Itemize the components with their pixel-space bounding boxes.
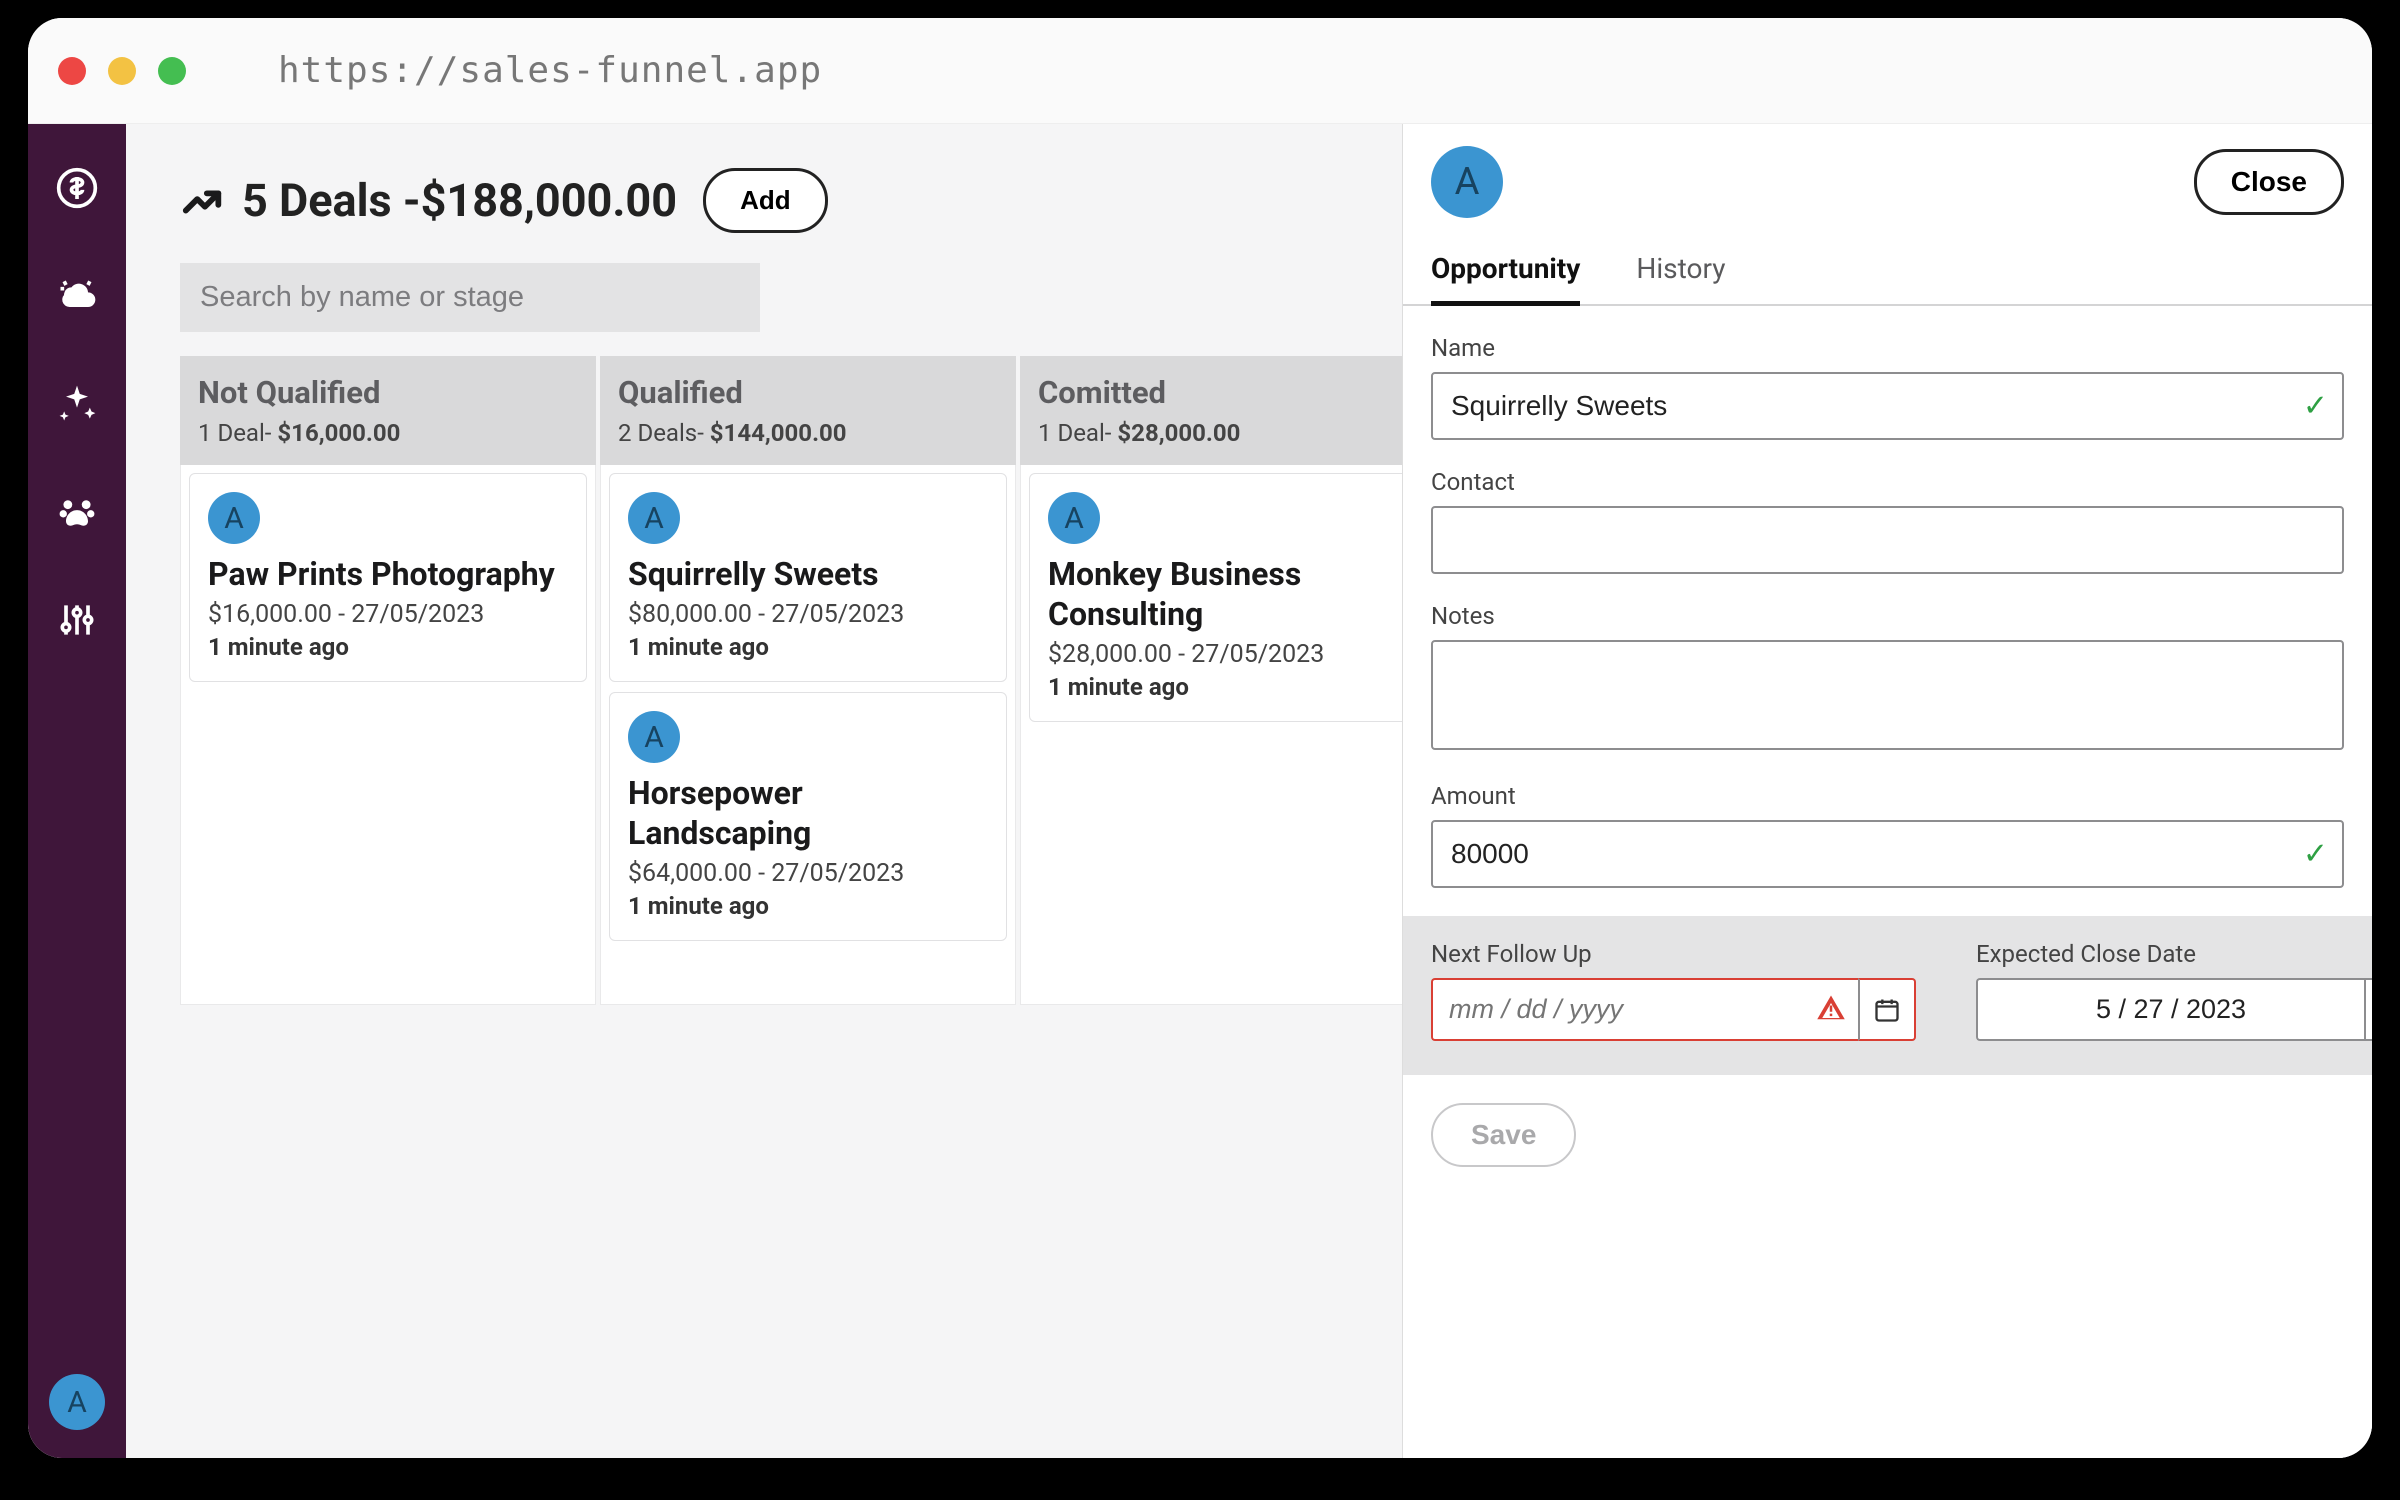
card-meta: $28,000.00 - 27/05/2023 — [1048, 640, 1408, 669]
panel-header: A Close — [1403, 124, 2372, 218]
window-minimize-dot[interactable] — [108, 57, 136, 85]
name-input[interactable] — [1431, 372, 2344, 440]
followup-label: Next Follow Up — [1431, 940, 1916, 968]
name-label: Name — [1431, 334, 2344, 362]
column-header: Not Qualified 1 Deal- $16,000.00 — [180, 356, 596, 465]
contact-input[interactable] — [1431, 506, 2344, 574]
column-body: A Monkey Business Consulting $28,000.00 … — [1020, 465, 1436, 1005]
close-date-label: Expected Close Date — [1976, 940, 2372, 968]
date-row: Next Follow Up — [1403, 916, 2372, 1075]
main-area: 5 Deals -$188,000.00 Add Not Qualified 1… — [126, 124, 2372, 1458]
column-body: A Paw Prints Photography $16,000.00 - 27… — [180, 465, 596, 1005]
paw-icon[interactable] — [51, 486, 103, 538]
dollar-circle-icon[interactable] — [51, 162, 103, 214]
add-button[interactable]: Add — [703, 168, 828, 233]
followup-input[interactable] — [1431, 978, 1858, 1041]
save-row: Save — [1403, 1075, 2372, 1195]
card-title: Monkey Business Consulting — [1048, 554, 1408, 634]
save-button[interactable]: Save — [1431, 1103, 1576, 1167]
card-avatar: A — [628, 711, 680, 763]
stage-subtitle: 2 Deals- $144,000.00 — [618, 419, 998, 447]
cloud-sun-icon[interactable] — [51, 270, 103, 322]
card-title: Squirrelly Sweets — [628, 554, 988, 594]
stage-title: Not Qualified — [198, 374, 578, 411]
stage-title: Comitted — [1038, 374, 1418, 411]
panel-tabs: Opportunity History — [1403, 252, 2372, 306]
deal-card[interactable]: A Horsepower Landscaping $64,000.00 - 27… — [609, 692, 1007, 941]
page-title: 5 Deals -$188,000.00 — [242, 174, 677, 227]
card-title: Horsepower Landscaping — [628, 773, 988, 853]
sidebar: A — [28, 124, 126, 1458]
card-meta: $64,000.00 - 27/05/2023 — [628, 859, 988, 888]
calendar-icon — [1873, 996, 1901, 1024]
sliders-icon[interactable] — [51, 594, 103, 646]
card-avatar: A — [1048, 492, 1100, 544]
kanban-column-qualified: Qualified 2 Deals- $144,000.00 A Squirre… — [600, 356, 1016, 1005]
browser-bar: https://sales-funnel.app — [28, 18, 2372, 124]
column-body: A Squirrelly Sweets $80,000.00 - 27/05/2… — [600, 465, 1016, 1005]
card-avatar: A — [628, 492, 680, 544]
window-zoom-dot[interactable] — [158, 57, 186, 85]
sparkles-icon[interactable] — [51, 378, 103, 430]
deal-card[interactable]: A Squirrelly Sweets $80,000.00 - 27/05/2… — [609, 473, 1007, 682]
contact-label: Contact — [1431, 468, 2344, 496]
notes-label: Notes — [1431, 602, 2344, 630]
search-input[interactable] — [180, 263, 760, 332]
column-header: Qualified 2 Deals- $144,000.00 — [600, 356, 1016, 465]
notes-input[interactable] — [1431, 640, 2344, 750]
amount-label: Amount — [1431, 782, 2344, 810]
trend-up-icon — [180, 178, 226, 224]
panel-avatar: A — [1431, 146, 1503, 218]
card-meta: $80,000.00 - 27/05/2023 — [628, 600, 988, 629]
tab-history[interactable]: History — [1636, 252, 1725, 304]
check-icon: ✓ — [2303, 389, 2328, 424]
kanban-column-comitted: Comitted 1 Deal- $28,000.00 A Monkey Bus… — [1020, 356, 1436, 1005]
url-text: https://sales-funnel.app — [278, 50, 822, 91]
close-date-input[interactable] — [1976, 978, 2364, 1041]
stage-subtitle: 1 Deal- $16,000.00 — [198, 419, 578, 447]
stage-title: Qualified — [618, 374, 998, 411]
app-body: A 5 Deals -$188,000.00 Add Not Qualified — [28, 124, 2372, 1458]
opportunity-form: Name ✓ Contact Notes Amount — [1403, 306, 2372, 916]
close-date-calendar-button[interactable] — [2364, 978, 2372, 1041]
check-icon: ✓ — [2303, 837, 2328, 872]
card-meta: $16,000.00 - 27/05/2023 — [208, 600, 568, 629]
search-wrap — [180, 263, 760, 332]
deal-card[interactable]: A Paw Prints Photography $16,000.00 - 27… — [189, 473, 587, 682]
sidebar-avatar[interactable]: A — [49, 1374, 105, 1430]
tab-opportunity[interactable]: Opportunity — [1431, 252, 1580, 306]
card-time: 1 minute ago — [628, 892, 988, 920]
device-frame: https://sales-funnel.app A — [28, 18, 2372, 1458]
column-header: Comitted 1 Deal- $28,000.00 — [1020, 356, 1436, 465]
warning-icon — [1816, 993, 1846, 1027]
card-title: Paw Prints Photography — [208, 554, 568, 594]
card-time: 1 minute ago — [628, 633, 988, 661]
followup-calendar-button[interactable] — [1858, 978, 1916, 1041]
card-time: 1 minute ago — [1048, 673, 1408, 701]
card-time: 1 minute ago — [208, 633, 568, 661]
deal-card[interactable]: A Monkey Business Consulting $28,000.00 … — [1029, 473, 1427, 722]
kanban-column-not-qualified: Not Qualified 1 Deal- $16,000.00 A Paw P… — [180, 356, 596, 1005]
close-button[interactable]: Close — [2194, 149, 2344, 215]
amount-input[interactable] — [1431, 820, 2344, 888]
stage-subtitle: 1 Deal- $28,000.00 — [1038, 419, 1418, 447]
window-close-dot[interactable] — [58, 57, 86, 85]
card-avatar: A — [208, 492, 260, 544]
details-panel: A Close Opportunity History Name ✓ Conta… — [1402, 124, 2372, 1458]
